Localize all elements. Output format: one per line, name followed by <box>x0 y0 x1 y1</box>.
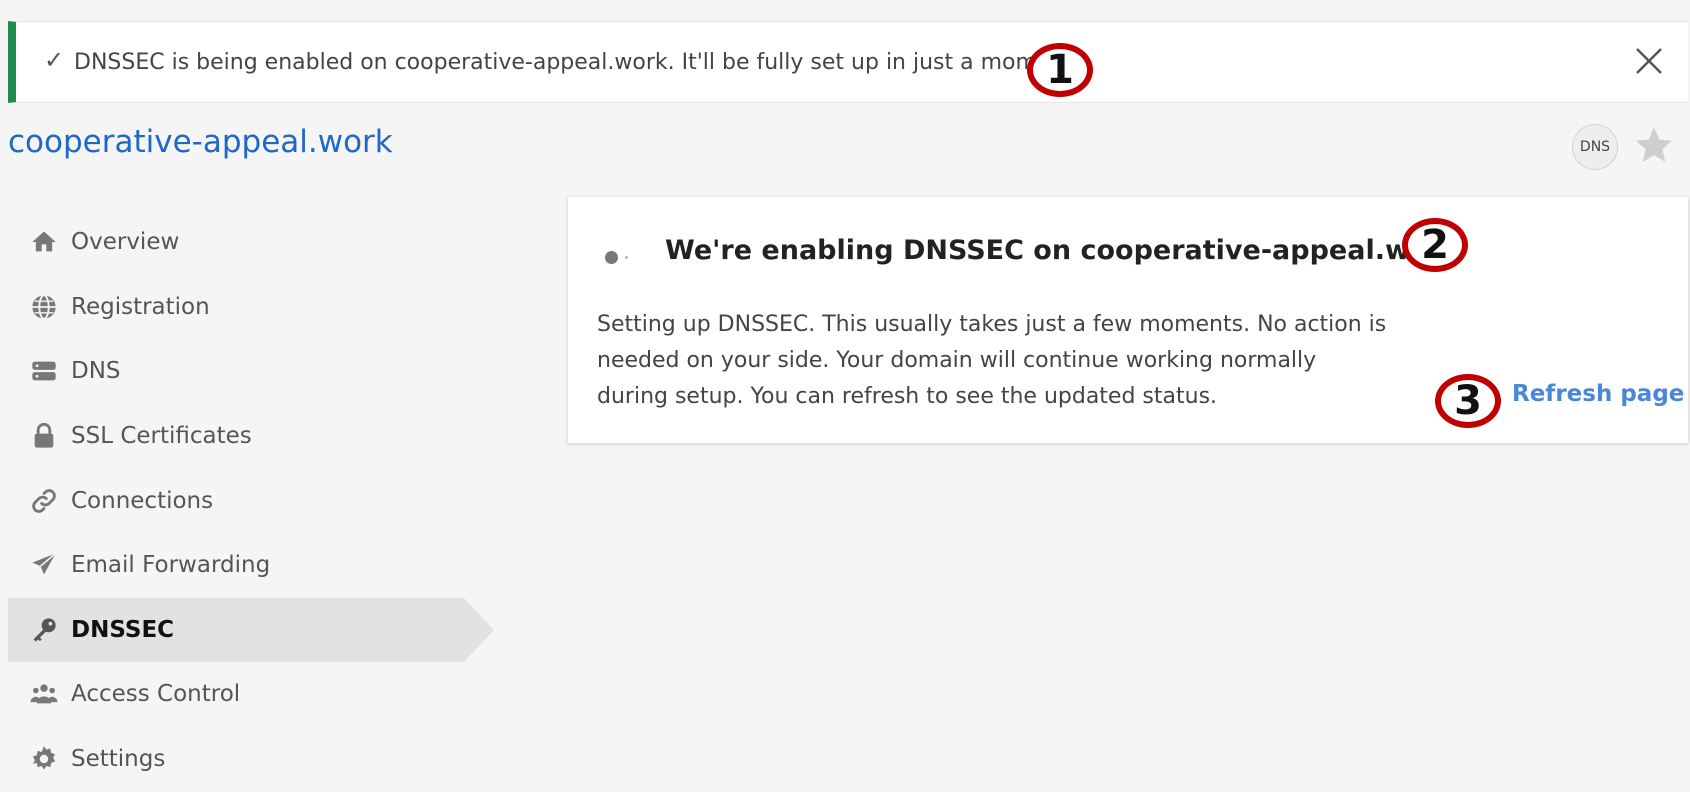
dns-badge[interactable]: DNS <box>1572 124 1618 170</box>
success-notification: ✓ DNSSEC is being enabled on cooperative… <box>8 21 1688 103</box>
sidebar-item-dnssec[interactable]: DNSSEC <box>8 597 494 663</box>
sidebar-item-label: DNSSEC <box>71 616 175 643</box>
loading-spinner-trail <box>625 256 628 259</box>
checkmark-icon: ✓ <box>44 46 65 74</box>
sidebar-item-access-control[interactable]: Access Control <box>8 662 494 727</box>
sidebar-item-settings[interactable]: Settings <box>8 727 494 792</box>
annotation-marker-3: 3 <box>1435 374 1501 428</box>
link-icon <box>32 488 56 513</box>
sidebar-item-label: Settings <box>71 746 166 773</box>
globe-icon <box>32 294 56 320</box>
loading-spinner-icon <box>605 251 618 264</box>
annotation-marker-2: 2 <box>1402 218 1468 272</box>
sidebar-item-label: Access Control <box>71 681 241 708</box>
sidebar-item-email-forwarding[interactable]: Email Forwarding <box>8 533 494 598</box>
sidebar-item-label: DNS <box>71 358 121 385</box>
sidebar-item-label: Registration <box>71 293 210 320</box>
sidebar-item-overview[interactable]: Overview <box>8 210 494 275</box>
sidebar-item-label: Email Forwarding <box>71 552 271 579</box>
card-title: We're enabling DNSSEC on cooperative-app… <box>665 235 1460 266</box>
gear-icon <box>32 746 56 770</box>
lock-icon <box>34 423 54 448</box>
sidebar-item-label: Overview <box>71 229 180 256</box>
users-icon <box>30 684 58 704</box>
home-icon <box>32 231 56 252</box>
dnssec-status-card: We're enabling DNSSEC on cooperative-app… <box>568 197 1688 443</box>
sidebar-item-registration[interactable]: Registration <box>8 275 494 340</box>
server-icon <box>32 362 56 381</box>
card-description: Setting up DNSSEC. This usually takes ju… <box>597 312 1387 409</box>
annotation-marker-1: 1 <box>1027 43 1093 97</box>
sidebar-item-connections[interactable]: Connections <box>8 468 494 533</box>
sidebar-item-ssl-certificates[interactable]: SSL Certificates <box>8 404 494 469</box>
sidebar-nav: Overview Registration DNS SSL Certificat… <box>8 210 494 791</box>
paper-plane-icon <box>32 552 57 575</box>
close-icon[interactable] <box>1632 44 1666 78</box>
key-icon <box>33 618 56 642</box>
notification-message: DNSSEC is being enabled on cooperative-a… <box>74 50 1081 75</box>
star-icon[interactable] <box>1633 124 1675 166</box>
sidebar-item-dns[interactable]: DNS <box>8 339 494 404</box>
sidebar-item-label: SSL Certificates <box>71 423 252 450</box>
refresh-page-link[interactable]: Refresh page <box>1512 381 1684 407</box>
sidebar-item-label: Connections <box>71 487 214 514</box>
domain-title[interactable]: cooperative-appeal.work <box>8 124 393 160</box>
